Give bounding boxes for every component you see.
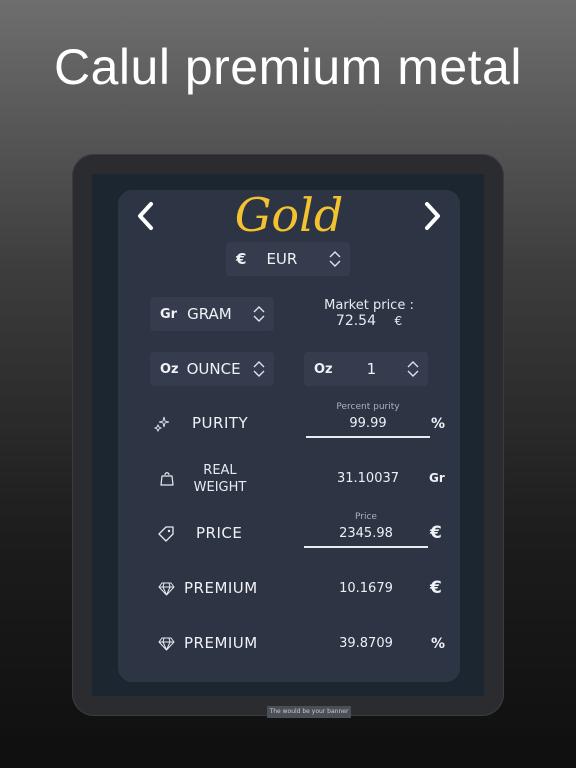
sparkle-icon [154, 416, 170, 432]
diamond-icon [158, 637, 175, 651]
diamond-icon [158, 582, 175, 596]
price-underline [304, 546, 428, 548]
premium-eur-unit: € [430, 578, 442, 598]
purity-unit: % [431, 416, 446, 432]
chevron-right-icon [425, 202, 440, 230]
purity-label: PURITY [192, 414, 249, 432]
market-price: Market price : 72.54 € [314, 298, 424, 329]
weight-label-line1: REAL [203, 463, 237, 478]
market-price-symbol: € [394, 314, 403, 328]
currency-select[interactable]: € EUR [226, 242, 350, 276]
ounce-prefix: Oz [160, 361, 179, 377]
banner-ad[interactable]: The would be your banner [267, 706, 351, 718]
calculator-panel: Gold € EUR Gr GRAM Market price : 72.54 [118, 188, 460, 682]
unit-prefix: Gr [160, 306, 178, 322]
purity-hint: Percent purity [336, 402, 400, 412]
up-down-chevron-icon [253, 361, 265, 377]
purity-underline [306, 436, 430, 438]
weight-icon [160, 472, 174, 486]
ounce-select[interactable]: Oz OUNCE [150, 352, 274, 386]
tag-icon [158, 526, 174, 542]
up-down-chevron-icon [253, 306, 265, 322]
unit-value: GRAM [187, 305, 232, 323]
quantity-select[interactable]: Oz 1 [304, 352, 428, 386]
price-unit: € [430, 523, 442, 543]
price-hint: Price [355, 512, 377, 522]
market-price-value: 72.54 [335, 313, 376, 329]
next-metal-button[interactable] [418, 198, 448, 234]
up-down-chevron-icon [407, 361, 419, 377]
market-price-label: Market price : [324, 298, 414, 313]
premium-pct-label: PREMIUM [184, 634, 258, 652]
ounce-value: OUNCE [186, 360, 241, 378]
unit-select[interactable]: Gr GRAM [150, 297, 274, 331]
app-screen: Gold € EUR Gr GRAM Market price : 72.54 [92, 174, 484, 718]
price-label: PRICE [196, 524, 243, 542]
weight-label-line2: WEIGHT [193, 480, 247, 495]
currency-symbol: € [236, 250, 247, 268]
quantity-prefix: Oz [314, 361, 333, 377]
purity-input[interactable]: 99.99 [306, 416, 430, 431]
up-down-chevron-icon [329, 251, 341, 267]
premium-pct-unit: % [431, 636, 446, 652]
weight-unit: Gr [429, 471, 445, 485]
premium-eur-label: PREMIUM [184, 579, 258, 597]
metal-title: Gold [234, 188, 344, 242]
market-price-value-row: 72.54 € [314, 313, 424, 329]
price-input[interactable]: 2345.98 [304, 526, 428, 541]
premium-eur-value: 10.1679 [339, 581, 393, 596]
weight-label: REAL WEIGHT [188, 462, 252, 496]
headline: Calul premium metal [54, 39, 522, 95]
quantity-value: 1 [366, 360, 377, 378]
premium-pct-value: 39.8709 [339, 636, 393, 651]
tablet-frame: Gold € EUR Gr GRAM Market price : 72.54 [72, 154, 504, 718]
weight-value: 31.10037 [336, 471, 400, 486]
currency-code: EUR [266, 250, 298, 268]
